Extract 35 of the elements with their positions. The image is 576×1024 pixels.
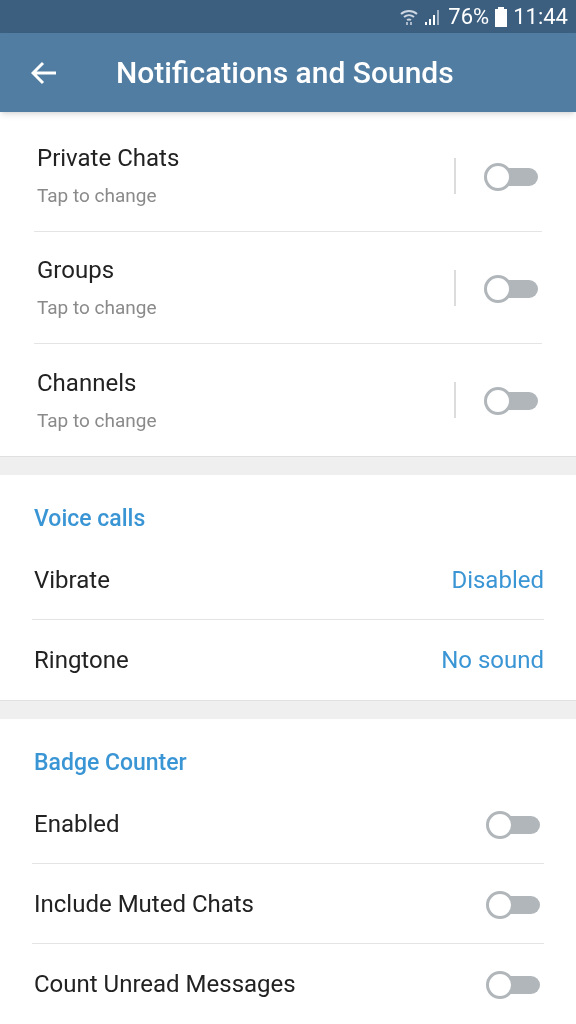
settings-row[interactable]: Private Chats Tap to change xyxy=(34,120,542,232)
section-heading: Badge Counter xyxy=(34,748,187,779)
settings-row[interactable]: Enabled xyxy=(32,784,544,864)
section-heading: Voice calls xyxy=(34,504,146,535)
wifi-icon xyxy=(400,7,419,26)
toggle-switch[interactable] xyxy=(486,889,542,918)
toggle-switch[interactable] xyxy=(484,386,540,414)
row-label: Vibrate xyxy=(33,564,110,596)
settings-row[interactable]: Vibrate Disabled xyxy=(32,540,544,620)
settings-row[interactable]: Count Unread Messages xyxy=(32,944,544,1024)
settings-row[interactable]: Include Muted Chats xyxy=(32,864,544,944)
settings-row[interactable]: Ringtone No sound xyxy=(32,620,544,700)
row-label: Include Muted Chats xyxy=(33,888,254,920)
row-subtitle: Tap to change xyxy=(37,407,158,434)
row-label: Enabled xyxy=(33,808,120,840)
battery-percent: 76% xyxy=(448,3,490,32)
row-subtitle: Tap to change xyxy=(37,295,158,322)
row-value: Disabled xyxy=(451,564,544,596)
screen-title: Notifications and Sounds xyxy=(116,54,454,93)
row-value: No sound xyxy=(441,645,544,676)
clock: 11:44 xyxy=(513,3,568,32)
row-title: Private Chats xyxy=(37,143,181,175)
row-title: Groups xyxy=(37,255,116,287)
row-label: Ringtone xyxy=(33,645,129,676)
row-title: Channels xyxy=(37,367,138,399)
toggle-switch[interactable] xyxy=(484,273,540,302)
settings-row[interactable]: Groups Tap to change xyxy=(34,232,542,344)
battery-icon xyxy=(495,6,508,27)
settings-row[interactable]: Channels Tap to change xyxy=(34,344,542,456)
back-arrow-icon xyxy=(31,60,57,85)
toggle-switch[interactable] xyxy=(484,161,540,190)
toggle-switch[interactable] xyxy=(486,970,542,998)
row-subtitle: Tap to change xyxy=(37,183,158,210)
row-label: Count Unread Messages xyxy=(33,969,296,1000)
toggle-switch[interactable] xyxy=(486,809,542,838)
